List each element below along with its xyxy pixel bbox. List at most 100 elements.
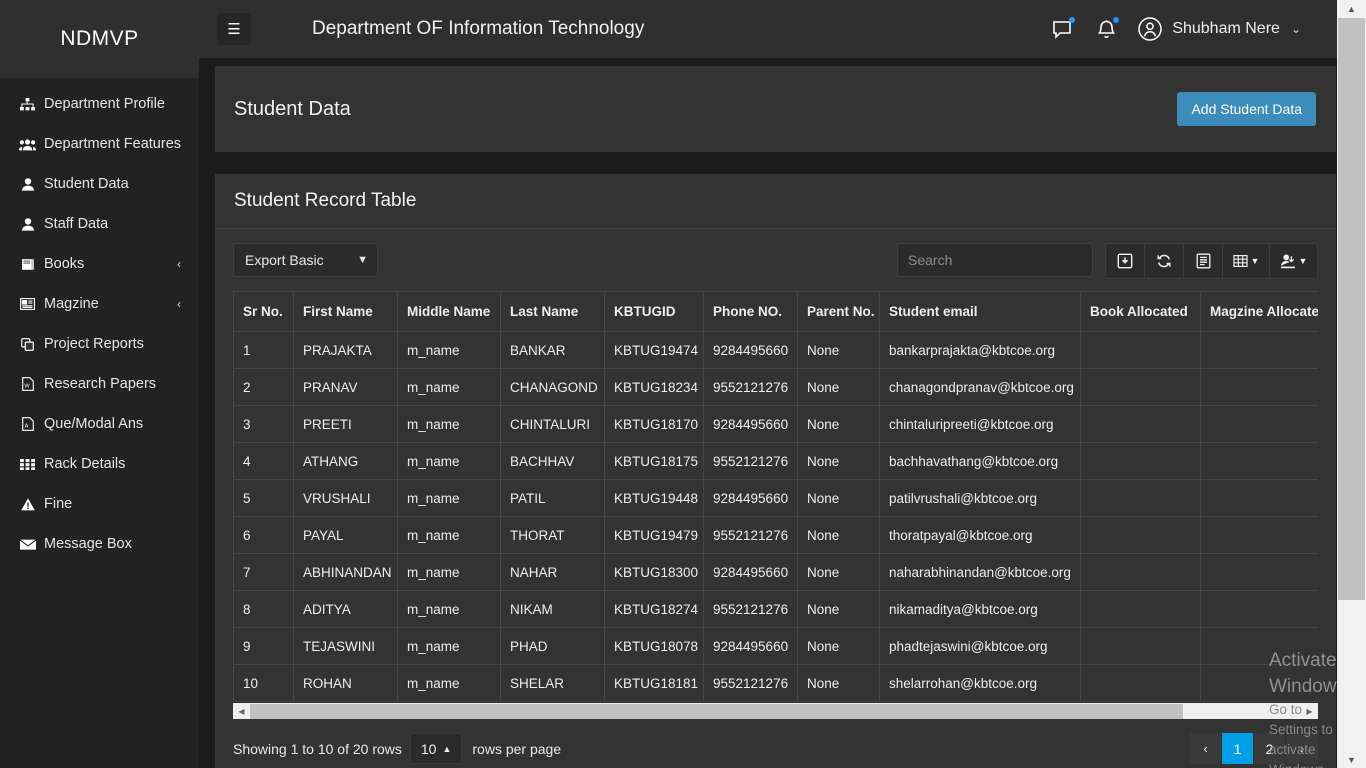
table-cell: m_name <box>397 368 501 406</box>
table-cell: None <box>797 553 880 591</box>
pagination-page-1[interactable]: 1 <box>1222 733 1254 764</box>
column-header[interactable]: KBTUGID <box>604 291 704 332</box>
scroll-left-arrow-icon[interactable]: ◀ <box>233 703 250 720</box>
sidebar-item-department-features[interactable]: Department Features <box>0 124 199 164</box>
pagination-page-2[interactable]: 2 <box>1254 733 1286 764</box>
table-cell: ATHANG <box>293 442 398 480</box>
table-row[interactable]: 4 ATHANG m_name BACHHAV KBTUG18175 9552121276… <box>233 442 1318 480</box>
browser-vertical-scrollbar[interactable]: ▲ ▼ <box>1337 0 1366 768</box>
table-cell: 9552121276 <box>703 664 798 702</box>
table-cell: KBTUG19479 <box>604 516 704 554</box>
column-header[interactable]: Middle Name <box>397 291 501 332</box>
table-row[interactable]: 7 ABHINANDAN m_name NAHAR KBTUG18300 92844956… <box>233 553 1318 591</box>
table-cell: m_name <box>397 627 501 665</box>
table-row[interactable]: 8 ADITYA m_name NIKAM KBTUG18274 9552121276 No… <box>233 590 1318 628</box>
sidebar-item-label: Staff Data <box>44 216 109 232</box>
chevron-left-icon[interactable]: ‹ <box>177 257 181 271</box>
page-size-dropdown[interactable]: 10 ▲ <box>409 733 463 764</box>
table-header-row: Sr No. First Name Middle Name Last Name KBTU… <box>233 291 1318 332</box>
table-cell: m_name <box>397 590 501 628</box>
table-cell: None <box>797 368 880 406</box>
table-cell: PAYAL <box>293 516 398 554</box>
table-cell: 5 <box>233 479 294 517</box>
pagination-prev-button[interactable]: ‹ <box>1190 733 1222 764</box>
table-row[interactable]: 1 PRAJAKTA m_name BANKAR KBTUG19474 928449566… <box>233 331 1318 369</box>
pagination-next-button[interactable]: › <box>1286 733 1318 764</box>
user-name-label: Shubham Nere <box>1172 20 1280 37</box>
sidebar-item-staff-data[interactable]: Staff Data <box>0 204 199 244</box>
sidebar: NDMVP Department Profile Department Featu… <box>0 0 199 768</box>
table-row[interactable]: 10 ROHAN m_name SHELAR KBTUG18181 9552121276 N… <box>233 664 1318 702</box>
horizontal-scroll-thumb[interactable] <box>250 703 1183 719</box>
table-cell <box>1080 442 1201 480</box>
sidebar-item-books[interactable]: Books ‹ <box>0 244 199 284</box>
scroll-up-arrow-icon[interactable]: ▲ <box>1337 0 1366 17</box>
column-header[interactable]: Book Allocated <box>1080 291 1201 332</box>
search-input[interactable] <box>897 243 1093 277</box>
bell-badge-dot <box>1113 17 1120 23</box>
table-cell <box>1200 590 1318 628</box>
brand-logo[interactable]: NDMVP <box>0 0 199 78</box>
table-cell: None <box>797 516 880 554</box>
sidebar-item-fine[interactable]: Fine <box>0 484 199 524</box>
vertical-scroll-thumb[interactable] <box>1338 18 1365 600</box>
list-view-icon[interactable] <box>1184 244 1223 278</box>
file-word-icon: W <box>18 377 37 391</box>
user-menu[interactable]: Shubham Nere ⌄ <box>1137 16 1301 42</box>
user-icon <box>18 217 37 231</box>
column-header[interactable]: Phone NO. <box>703 291 798 332</box>
page-title: Student Data <box>234 97 351 120</box>
users-icon <box>18 138 37 151</box>
page-size-value: 10 <box>420 740 437 757</box>
table-row[interactable]: 6 PAYAL m_name THORAT KBTUG19479 9552121276 No… <box>233 516 1318 554</box>
table-cell: patilvrushali@kbtcoe.org <box>879 479 1081 517</box>
sidebar-item-magzine[interactable]: Magzine ‹ <box>0 284 199 324</box>
table-cell <box>1200 516 1318 554</box>
bell-icon[interactable] <box>1093 16 1120 42</box>
download-box-icon[interactable] <box>1106 244 1145 278</box>
sidebar-item-department-profile[interactable]: Department Profile <box>0 84 199 124</box>
table-cell: 9284495660 <box>703 627 798 665</box>
table-row[interactable]: 5 VRUSHALI m_name PATIL KBTUG19448 9284495660… <box>233 479 1318 517</box>
column-header[interactable]: Student email <box>879 291 1081 332</box>
refresh-icon[interactable] <box>1145 244 1184 278</box>
table-cell: nikamaditya@kbtcoe.org <box>879 590 1081 628</box>
add-student-data-button[interactable]: Add Student Data <box>1177 92 1316 126</box>
sidebar-item-label: Magzine <box>44 296 99 312</box>
table-row[interactable]: 3 PREETI m_name CHINTALURI KBTUG18170 9284495… <box>233 405 1318 443</box>
sidebar-item-research-papers[interactable]: W Research Papers <box>0 364 199 404</box>
table-head: Sr No. First Name Middle Name Last Name KBTU… <box>233 291 1318 332</box>
table-cell <box>1080 516 1201 554</box>
sidebar-item-rack-details[interactable]: Rack Details <box>0 444 199 484</box>
chevron-left-icon[interactable]: ‹ <box>177 297 181 311</box>
export-select[interactable]: Export BasicExport AllExport Selected <box>233 243 378 277</box>
warning-icon <box>18 497 37 511</box>
hamburger-icon[interactable]: ☰ <box>217 13 251 45</box>
column-header[interactable]: Magzine Allocated <box>1200 291 1318 332</box>
column-header[interactable]: Parent No. <box>797 291 880 332</box>
table-cell: 9552121276 <box>703 590 798 628</box>
sidebar-item-student-data[interactable]: Student Data <box>0 164 199 204</box>
column-header[interactable]: Sr No. <box>233 291 294 332</box>
scroll-right-arrow-icon[interactable]: ▶ <box>1301 703 1318 720</box>
column-header[interactable]: First Name <box>293 291 398 332</box>
table-row[interactable]: 2 PRANAV m_name CHANAGOND KBTUG18234 95521212… <box>233 368 1318 406</box>
scroll-down-arrow-icon[interactable]: ▼ <box>1337 751 1366 768</box>
student-record-table-card: Student Record Table Export BasicExport … <box>215 174 1336 768</box>
horizontal-scrollbar[interactable]: ◀ ▶ <box>233 702 1318 719</box>
message-icon[interactable] <box>1049 16 1076 42</box>
table-cell: KBTUG18274 <box>604 590 704 628</box>
export-icon[interactable]: ▼ <box>1270 244 1317 278</box>
sidebar-item-label: Research Papers <box>44 376 157 392</box>
column-header[interactable]: Last Name <box>500 291 605 332</box>
sidebar-item-message-box[interactable]: Message Box <box>0 524 199 564</box>
sidebar-item-label: Que/Modal Ans <box>44 416 144 432</box>
sidebar-item-que-modal-ans[interactable]: A Que/Modal Ans <box>0 404 199 444</box>
table-toolbar: Export BasicExport AllExport Selected ▼ <box>215 229 1336 291</box>
svg-text:A: A <box>24 423 28 429</box>
sidebar-item-project-reports[interactable]: Project Reports <box>0 324 199 364</box>
toolbar-button-group: ▼ ▼ <box>1105 243 1318 279</box>
columns-grid-icon[interactable]: ▼ <box>1223 244 1270 278</box>
horizontal-scroll-track[interactable] <box>250 703 1301 720</box>
table-row[interactable]: 9 TEJASWINI m_name PHAD KBTUG18078 9284495660… <box>233 627 1318 665</box>
